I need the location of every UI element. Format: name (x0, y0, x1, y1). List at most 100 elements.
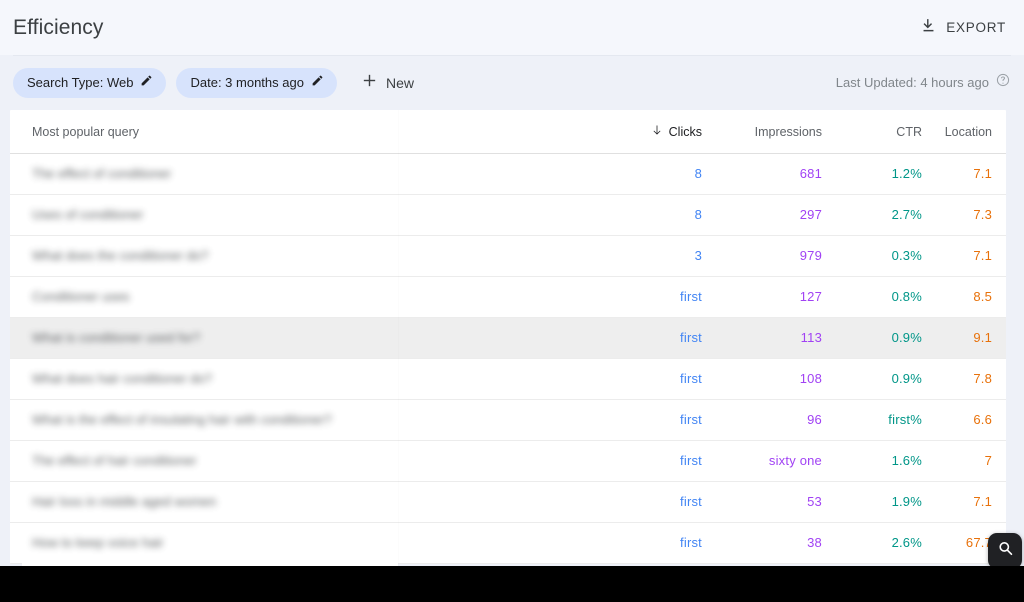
cell-ctr-cell: 1.2% (822, 165, 922, 183)
cell-location: 9.1 (973, 330, 992, 345)
cell-location-cell: 8.5 (922, 288, 992, 306)
cell-impressions: 108 (799, 371, 822, 386)
cell-impressions: 113 (800, 330, 822, 345)
cell-impressions-cell: 681 (702, 165, 822, 183)
column-header-location[interactable]: Location (922, 125, 992, 139)
cell-clicks: 8 (694, 207, 702, 222)
cell-query[interactable]: Hair loss in middle aged women (32, 494, 216, 509)
cell-ctr-cell: 0.9% (822, 370, 922, 388)
table-row[interactable]: The effect of conditioner 8 681 1.2% 7.1 (10, 154, 1006, 195)
column-header-ctr-inner[interactable]: CTR (896, 125, 922, 139)
cell-impressions: 38 (807, 535, 822, 550)
cell-impressions-cell: 979 (702, 247, 822, 265)
cell-query[interactable]: How to keep voice hair (32, 535, 164, 550)
cell-clicks: first (680, 330, 702, 345)
column-header-impressions[interactable]: Impressions (702, 125, 822, 139)
table-row[interactable]: What does hair conditioner do? first 108 0.… (10, 359, 1006, 400)
title-bar: Efficiency EXPORT (0, 0, 1024, 55)
cell-clicks-cell: first (592, 288, 702, 306)
cell-impressions-cell: 127 (702, 288, 822, 306)
cell-query[interactable]: The effect of hair conditioner (32, 453, 197, 468)
cell-impressions-cell: 113 (702, 329, 822, 347)
cell-impressions: 96 (807, 412, 822, 427)
cell-location-cell: 7.8 (922, 370, 992, 388)
cell-impressions-cell: 96 (702, 411, 822, 429)
cell-clicks-cell: first (592, 411, 702, 429)
cell-location: 8.5 (973, 289, 992, 304)
cell-location-cell: 67.7 (922, 534, 992, 552)
column-header-ctr[interactable]: CTR (822, 125, 922, 139)
cell-ctr: 0.9% (891, 330, 922, 345)
table-row[interactable]: The effect of hair conditioner first sixty… (10, 441, 1006, 482)
page-surface: Efficiency EXPORT Search Type: Web Date:… (0, 0, 1024, 566)
cell-ctr-cell: first% (822, 411, 922, 429)
cell-location-cell: 7.1 (922, 493, 992, 511)
column-header-clicks-inner[interactable]: Clicks (651, 124, 702, 139)
cell-query-cell: Hair loss in middle aged women (32, 493, 592, 511)
last-updated: Last Updated: 4 hours ago (836, 73, 1010, 92)
cell-query[interactable]: Conditioner uses (32, 289, 130, 304)
cell-location: 7.1 (973, 494, 992, 509)
cell-clicks-cell: first (592, 329, 702, 347)
cell-location: 7.8 (973, 371, 992, 386)
pencil-icon[interactable] (311, 74, 324, 92)
app-root: Efficiency EXPORT Search Type: Web Date:… (0, 0, 1024, 602)
cell-ctr-cell: 0.8% (822, 288, 922, 306)
table-row[interactable]: How to keep voice hair first 38 2.6% 67.7 (10, 523, 1006, 564)
cell-impressions-cell: 297 (702, 206, 822, 224)
cell-query-cell: The effect of conditioner (32, 165, 592, 183)
cell-query[interactable]: The effect of conditioner (32, 166, 171, 181)
new-filter-button[interactable]: New (355, 68, 422, 98)
table-row[interactable]: What does the conditioner do? 3 979 0.3% 7.1 (10, 236, 1006, 277)
column-header-impressions-inner[interactable]: Impressions (755, 125, 822, 139)
cell-ctr: first% (888, 412, 922, 427)
cell-ctr: 2.6% (891, 535, 922, 550)
filter-bar: Search Type: Web Date: 3 months ago New … (0, 56, 1024, 109)
cell-clicks-cell: first (592, 534, 702, 552)
cell-location: 7.1 (973, 248, 992, 263)
table-row[interactable]: What is conditioner used for? first 113 0.9… (10, 318, 1006, 359)
cell-impressions: sixty one (768, 453, 822, 468)
table-row[interactable]: Conditioner uses first 127 0.8% 8.5 (10, 277, 1006, 318)
cell-clicks-cell: first (592, 370, 702, 388)
cell-ctr: 0.9% (891, 371, 922, 386)
cell-location-cell: 7 (922, 452, 992, 470)
column-header-clicks[interactable]: Clicks (592, 124, 702, 139)
search-badge-icon (996, 539, 1015, 563)
cell-impressions: 127 (799, 289, 822, 304)
cell-query[interactable]: What does the conditioner do? (32, 248, 208, 263)
export-button[interactable]: EXPORT (916, 11, 1010, 45)
cell-query[interactable]: What is the effect of insulating hair wi… (32, 412, 332, 427)
cell-query[interactable]: What does hair conditioner do? (32, 371, 212, 386)
cell-query-cell: Conditioner uses (32, 288, 592, 306)
table-row[interactable]: What is the effect of insulating hair wi… (10, 400, 1006, 441)
filter-chip-date[interactable]: Date: 3 months ago (176, 67, 337, 98)
column-header-clicks-label: Clicks (668, 124, 702, 139)
cell-query[interactable]: What is conditioner used for? (32, 330, 200, 345)
cell-query[interactable]: Uses of conditioner (32, 207, 143, 222)
floating-assistant-button[interactable] (988, 533, 1022, 566)
cell-impressions-cell: sixty one (702, 452, 822, 470)
table-row[interactable]: Hair loss in middle aged women first 53 1.9… (10, 482, 1006, 523)
column-header-query-inner[interactable]: Most popular query (32, 125, 139, 139)
cell-ctr: 1.6% (891, 453, 922, 468)
cell-ctr: 0.8% (891, 289, 922, 304)
cell-impressions-cell: 53 (702, 493, 822, 511)
cell-query-cell: How to keep voice hair (32, 534, 592, 552)
cell-location-cell: 7.1 (922, 247, 992, 265)
cell-clicks: 8 (694, 166, 702, 181)
cell-clicks: first (680, 494, 702, 509)
table-row[interactable]: Uses of conditioner 8 297 2.7% 7.3 (10, 195, 1006, 236)
cell-query-cell: What does the conditioner do? (32, 247, 592, 265)
cell-ctr-cell: 2.7% (822, 206, 922, 224)
cell-clicks: first (680, 289, 702, 304)
arrow-down-icon (651, 124, 663, 139)
column-header-query[interactable]: Most popular query (32, 125, 592, 139)
plus-icon (361, 72, 378, 94)
pencil-icon[interactable] (140, 74, 153, 92)
filter-chip-search-type[interactable]: Search Type: Web (13, 67, 167, 98)
help-circle-icon[interactable] (996, 73, 1010, 92)
column-header-location-inner[interactable]: Location (945, 125, 992, 139)
cell-impressions: 681 (799, 166, 822, 181)
table-header-row: Most popular query Clicks Impressions CT… (10, 110, 1006, 154)
